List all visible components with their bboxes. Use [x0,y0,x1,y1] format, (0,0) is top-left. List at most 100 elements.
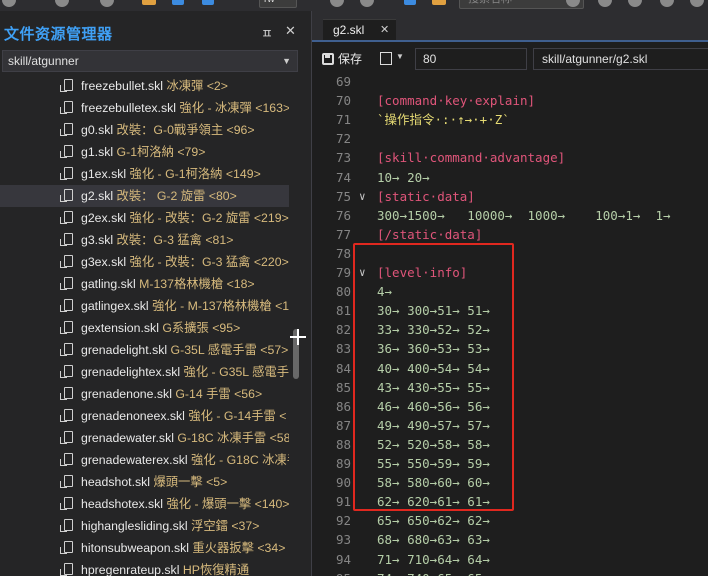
list-item[interactable]: headshot.skl 爆頭一擊 <5> [0,471,289,493]
file-description: 強化 - 改裝：G-2 旋雷 <219> [126,211,289,225]
list-item[interactable]: grenadewaterex.skl 強化 - G18C 冰凍手 [0,449,289,471]
file-description: 改裝： G-2 旋雷 <80> [113,189,237,203]
tab-label: g2.skl [333,23,365,37]
line-text: 68→ 680→63→ 63→ [377,532,490,548]
file-name: hitonsubweapon.skl [81,541,190,555]
fold-chevron-icon[interactable]: ∨ [359,187,366,206]
line-text: 10→ 20→ [377,169,430,185]
line-number: 90 [335,475,351,491]
list-item[interactable]: g2.skl 改裝： G-2 旋雷 <80> [0,185,289,207]
list-item[interactable]: freezebullet.skl 冰凍彈 <2> [0,75,289,97]
file-description: G-35L 感電手雷 <57> [167,343,289,357]
file-name: g3ex.skl [81,255,127,269]
lock-icon[interactable] [628,0,642,7]
loop-icon[interactable] [360,0,374,7]
layout-icon[interactable] [660,0,674,7]
file-entry: gatlingex.skl 強化 - M-137格林機槍 <1 [81,295,289,317]
list-item[interactable]: highanglesliding.skl 浮空鐳 <37> [0,515,289,537]
code-area[interactable]: 95 74→ 740→65→ 65→ 94 71→ 710→64→ 64→ 93 68→ … [312,72,708,576]
list-item[interactable]: g0.skl 改裝：G-0戰爭領主 <96> [0,119,289,141]
file-description: 改裝：G-3 猛禽 <81> [113,233,234,247]
format-icon[interactable] [380,52,392,65]
mode-dropdown[interactable]: rw [259,0,297,8]
file-name: gextension.skl [81,321,159,335]
file-entry: headshot.skl 爆頭一擊 <5> [81,471,227,493]
line-number: 84 [335,360,351,376]
file-icon [60,475,75,489]
list-item[interactable]: grenadewater.skl G-18C 冰凍手雷 <58 [0,427,289,449]
file-name: gatling.skl [81,277,136,291]
code-line: 95 74→ 740→65→ 65→ [312,569,708,576]
file-description: 強化 - G18C 冰凍手 [187,453,289,467]
line-number: 80 [335,284,351,300]
line-text: [static·data] [377,188,475,204]
list-item[interactable]: headshotex.skl 強化 - 爆頭一擊 <140> [0,493,289,515]
file-name: grenadenoneex.skl [81,409,185,423]
line-number: 78 [335,245,351,261]
file-icon [60,101,75,115]
line-number: 74 [335,169,351,185]
list-item[interactable]: g1.skl G-1柯洛納 <79> [0,141,289,163]
line-number: 72 [335,131,351,147]
top-toolbar: rw 搜索名称 [0,0,708,11]
redo-icon[interactable] [55,0,69,7]
file-name: grenadelightex.skl [81,365,181,379]
tab-g2-skl[interactable]: g2.skl ✕ [323,19,396,40]
file-name: highanglesliding.skl [81,519,188,533]
line-number: 83 [335,341,351,357]
file-entry: g3ex.skl 強化 - 改裝：G-3 猛禽 <220> [81,251,289,273]
panel-header: 文件资源管理器 ㅍ ✕ [0,11,311,47]
path-combo[interactable]: skill/atgunner ▼ [2,50,298,72]
list-item[interactable]: gextension.skl G系擴張 <95> [0,317,289,339]
code-line: 92 65→ 650→62→ 62→ [312,511,708,530]
more-icon[interactable] [690,0,704,7]
file-icon [60,79,75,93]
sync-icon[interactable] [330,0,344,7]
file-icon [60,189,75,203]
file-entry: headshotex.skl 強化 - 爆頭一擊 <140> [81,493,289,515]
undo-icon[interactable] [2,0,16,7]
music-icon[interactable] [432,0,446,5]
run-icon[interactable] [404,0,416,5]
tab-underline [312,40,708,42]
settings-icon[interactable] [202,0,214,5]
pin-icon[interactable]: ㅍ [261,23,273,42]
close-icon[interactable]: ✕ [380,20,389,40]
file-path-input[interactable]: skill/atgunner/g2.skl [533,48,708,70]
list-item[interactable]: gatling.skl M-137格林機槍 <18> [0,273,289,295]
list-item[interactable]: freezebulletex.skl 強化 - 冰凍彈 <163> [0,97,289,119]
list-item[interactable]: g1ex.skl 強化 - G-1柯洛納 <149> [0,163,289,185]
file-name: headshotex.skl [81,497,164,511]
list-item[interactable]: grenadenone.skl G-14 手雷 <56> [0,383,289,405]
file-name: freezebullet.skl [81,79,164,93]
list-item[interactable]: g2ex.skl 強化 - 改裝：G-2 旋雷 <219> [0,207,289,229]
code-line: 93 68→ 680→63→ 63→ [312,530,708,549]
file-entry: highanglesliding.skl 浮空鐳 <37> [81,515,259,537]
file-name: grenadewater.skl [81,431,174,445]
list-item[interactable]: grenadenoneex.skl 強化 - G-14手雷 < [0,405,289,427]
chevron-down-icon[interactable]: ▼ [396,52,404,61]
line-number: 75 [335,188,351,204]
save-button[interactable]: 保存 [322,50,362,67]
list-item[interactable]: g3.skl 改裝：G-3 猛禽 <81> [0,229,289,251]
list-item[interactable]: gatlingex.skl 強化 - M-137格林機槍 <1 [0,295,289,317]
save-all-icon[interactable] [172,0,184,5]
close-icon[interactable]: ✕ [285,23,296,39]
file-description: G系擴張 <95> [158,321,241,335]
save-label: 保存 [338,52,363,66]
list-item[interactable]: g3ex.skl 強化 - 改裝：G-3 猛禽 <220> [0,251,289,273]
goto-line-input[interactable]: 80 [415,48,527,70]
line-number: 79 [335,265,351,280]
file-description: 爆頭一擊 <5> [150,475,228,489]
line-number: 87 [335,417,351,433]
list-item[interactable]: hpregenrateup.skl HP恢復精通 [0,559,289,576]
list-item[interactable]: grenadelightex.skl 強化 - G35L 感電手雷 [0,361,289,383]
file-icon [60,497,75,511]
open-folder-icon[interactable] [142,0,156,5]
file-description: G-18C 冰凍手雷 <58 [173,431,289,445]
list-item[interactable]: hitonsubweapon.skl 重火器扳擊 <34> [0,537,289,559]
refresh-icon[interactable] [100,0,114,7]
file-icon [60,255,75,269]
panel-icon[interactable] [598,0,612,7]
list-item[interactable]: grenadelight.skl G-35L 感電手雷 <57> [0,339,289,361]
